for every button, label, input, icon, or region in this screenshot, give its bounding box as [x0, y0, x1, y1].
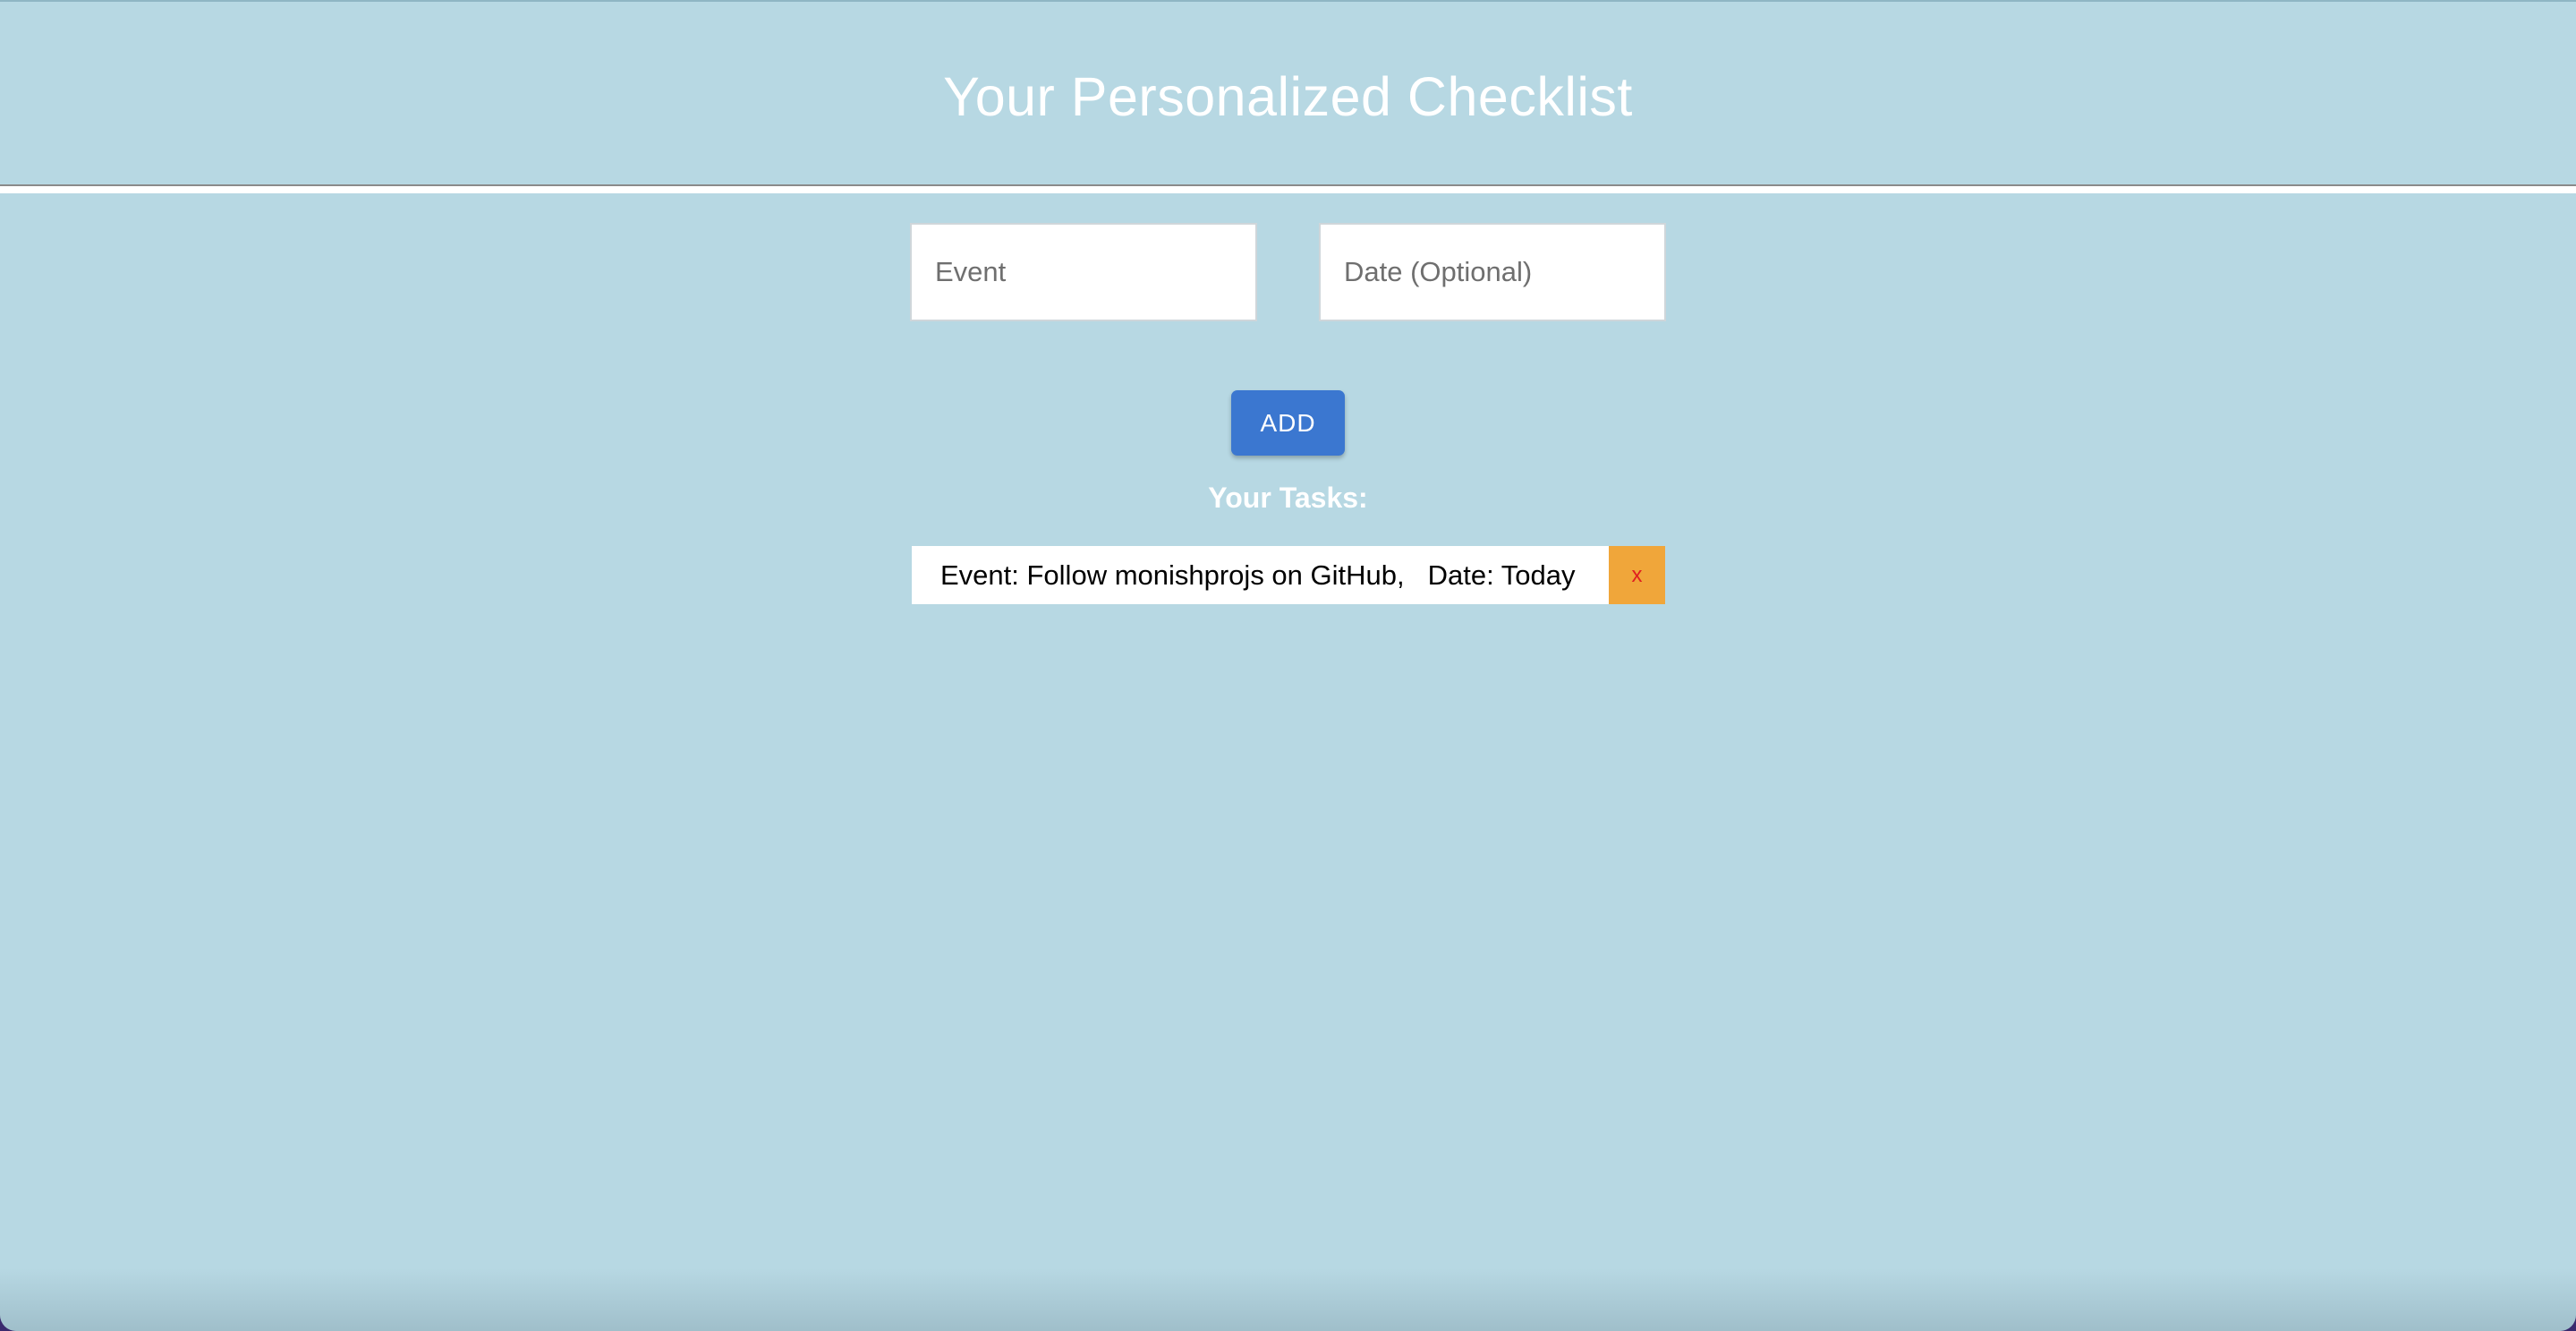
task-date-text: Date: Today	[1427, 559, 1576, 591]
task-item: Event: Follow monishprojs on GitHub, Date…	[912, 546, 1665, 604]
page-title: Your Personalized Checklist	[943, 66, 1633, 127]
delete-task-button[interactable]: x	[1609, 546, 1665, 604]
task-event-text: Event: Follow monishprojs on GitHub,	[940, 559, 1405, 591]
header-divider	[0, 184, 2576, 193]
event-input[interactable]	[910, 223, 1257, 321]
date-input[interactable]	[1319, 223, 1666, 321]
task-list: Event: Follow monishprojs on GitHub, Date…	[912, 546, 1665, 604]
app-window: Your Personalized Checklist ADD Your Tas…	[0, 0, 2576, 1331]
tasks-heading: Your Tasks:	[1208, 482, 1368, 514]
window-top-edge	[0, 0, 2576, 2]
add-button[interactable]: ADD	[1231, 390, 1345, 456]
task-text: Event: Follow monishprojs on GitHub, Date…	[912, 559, 1609, 592]
